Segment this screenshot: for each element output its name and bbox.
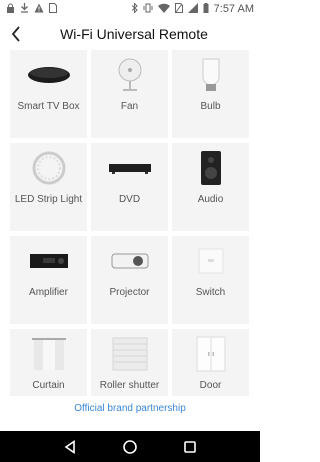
recents-square-icon[interactable] <box>180 437 200 457</box>
device-tile-fan[interactable]: Fan <box>91 50 168 138</box>
signal-icon <box>187 2 198 16</box>
battery-icon <box>203 2 209 16</box>
curtain-icon <box>10 329 87 379</box>
wifi-icon <box>157 3 170 16</box>
device-label: Audio <box>197 194 224 205</box>
device-tile-switch[interactable]: Switch <box>172 236 249 324</box>
status-bar: 7:57 AM <box>0 0 260 18</box>
device-label: Door <box>199 380 222 391</box>
device-grid: Smart TV Box Fan Bulb LED Strip Light DV <box>10 50 249 396</box>
fan-icon <box>91 50 168 100</box>
amplifier-icon <box>10 236 87 286</box>
device-label: Curtain <box>32 380 65 391</box>
device-grid-scroll[interactable]: Smart TV Box Fan Bulb LED Strip Light DV <box>0 50 260 396</box>
download-icon <box>20 2 29 16</box>
device-tile-led-strip-light[interactable]: LED Strip Light <box>10 143 87 231</box>
device-tile-smart-tv-box[interactable]: Smart TV Box <box>10 50 87 138</box>
device-label: DVD <box>118 194 141 205</box>
device-tile-bulb[interactable]: Bulb <box>172 50 249 138</box>
device-tile-door[interactable]: Door <box>172 329 249 396</box>
status-right: 7:57 AM <box>131 1 254 16</box>
tv-box-icon <box>10 50 87 100</box>
sim-icon <box>49 2 57 16</box>
device-label: Projector <box>109 287 150 298</box>
door-icon <box>172 329 249 379</box>
device-tile-curtain[interactable]: Curtain <box>10 329 87 396</box>
device-label: Smart TV Box <box>17 101 80 112</box>
system-nav-bar <box>0 431 260 462</box>
back-triangle-icon[interactable] <box>60 437 80 457</box>
led-strip-icon <box>10 143 87 193</box>
lock-icon <box>6 3 15 16</box>
device-tile-roller-shutter[interactable]: Roller shutter <box>91 329 168 396</box>
bluetooth-icon <box>131 1 138 16</box>
audio-icon <box>172 143 249 193</box>
device-tile-dvd[interactable]: DVD <box>91 143 168 231</box>
device-tile-audio[interactable]: Audio <box>172 143 249 231</box>
official-brand-partnership-link[interactable]: Official brand partnership <box>0 403 260 414</box>
device-tile-projector[interactable]: Projector <box>91 236 168 324</box>
bulb-icon <box>172 50 249 100</box>
device-tile-amplifier[interactable]: Amplifier <box>10 236 87 324</box>
status-time: 7:57 AM <box>213 3 254 15</box>
device-label: Amplifier <box>29 287 68 298</box>
device-label: LED Strip Light <box>14 194 83 205</box>
home-circle-icon[interactable] <box>120 437 140 457</box>
device-label: Switch <box>195 287 226 298</box>
app-header: Wi-Fi Universal Remote <box>0 18 260 50</box>
back-arrow-icon[interactable] <box>6 22 26 46</box>
roller-shutter-icon <box>91 329 168 379</box>
switch-icon <box>172 236 249 286</box>
device-label: Fan <box>120 101 139 112</box>
vibrate-icon <box>143 3 153 16</box>
page-title: Wi-Fi Universal Remote <box>60 26 208 42</box>
projector-icon <box>91 236 168 286</box>
status-left <box>6 2 57 16</box>
dvd-icon <box>91 143 168 193</box>
no-sim-icon <box>174 2 183 16</box>
device-label: Roller shutter <box>99 380 160 391</box>
warning-icon <box>34 3 44 16</box>
device-label: Bulb <box>200 101 221 112</box>
